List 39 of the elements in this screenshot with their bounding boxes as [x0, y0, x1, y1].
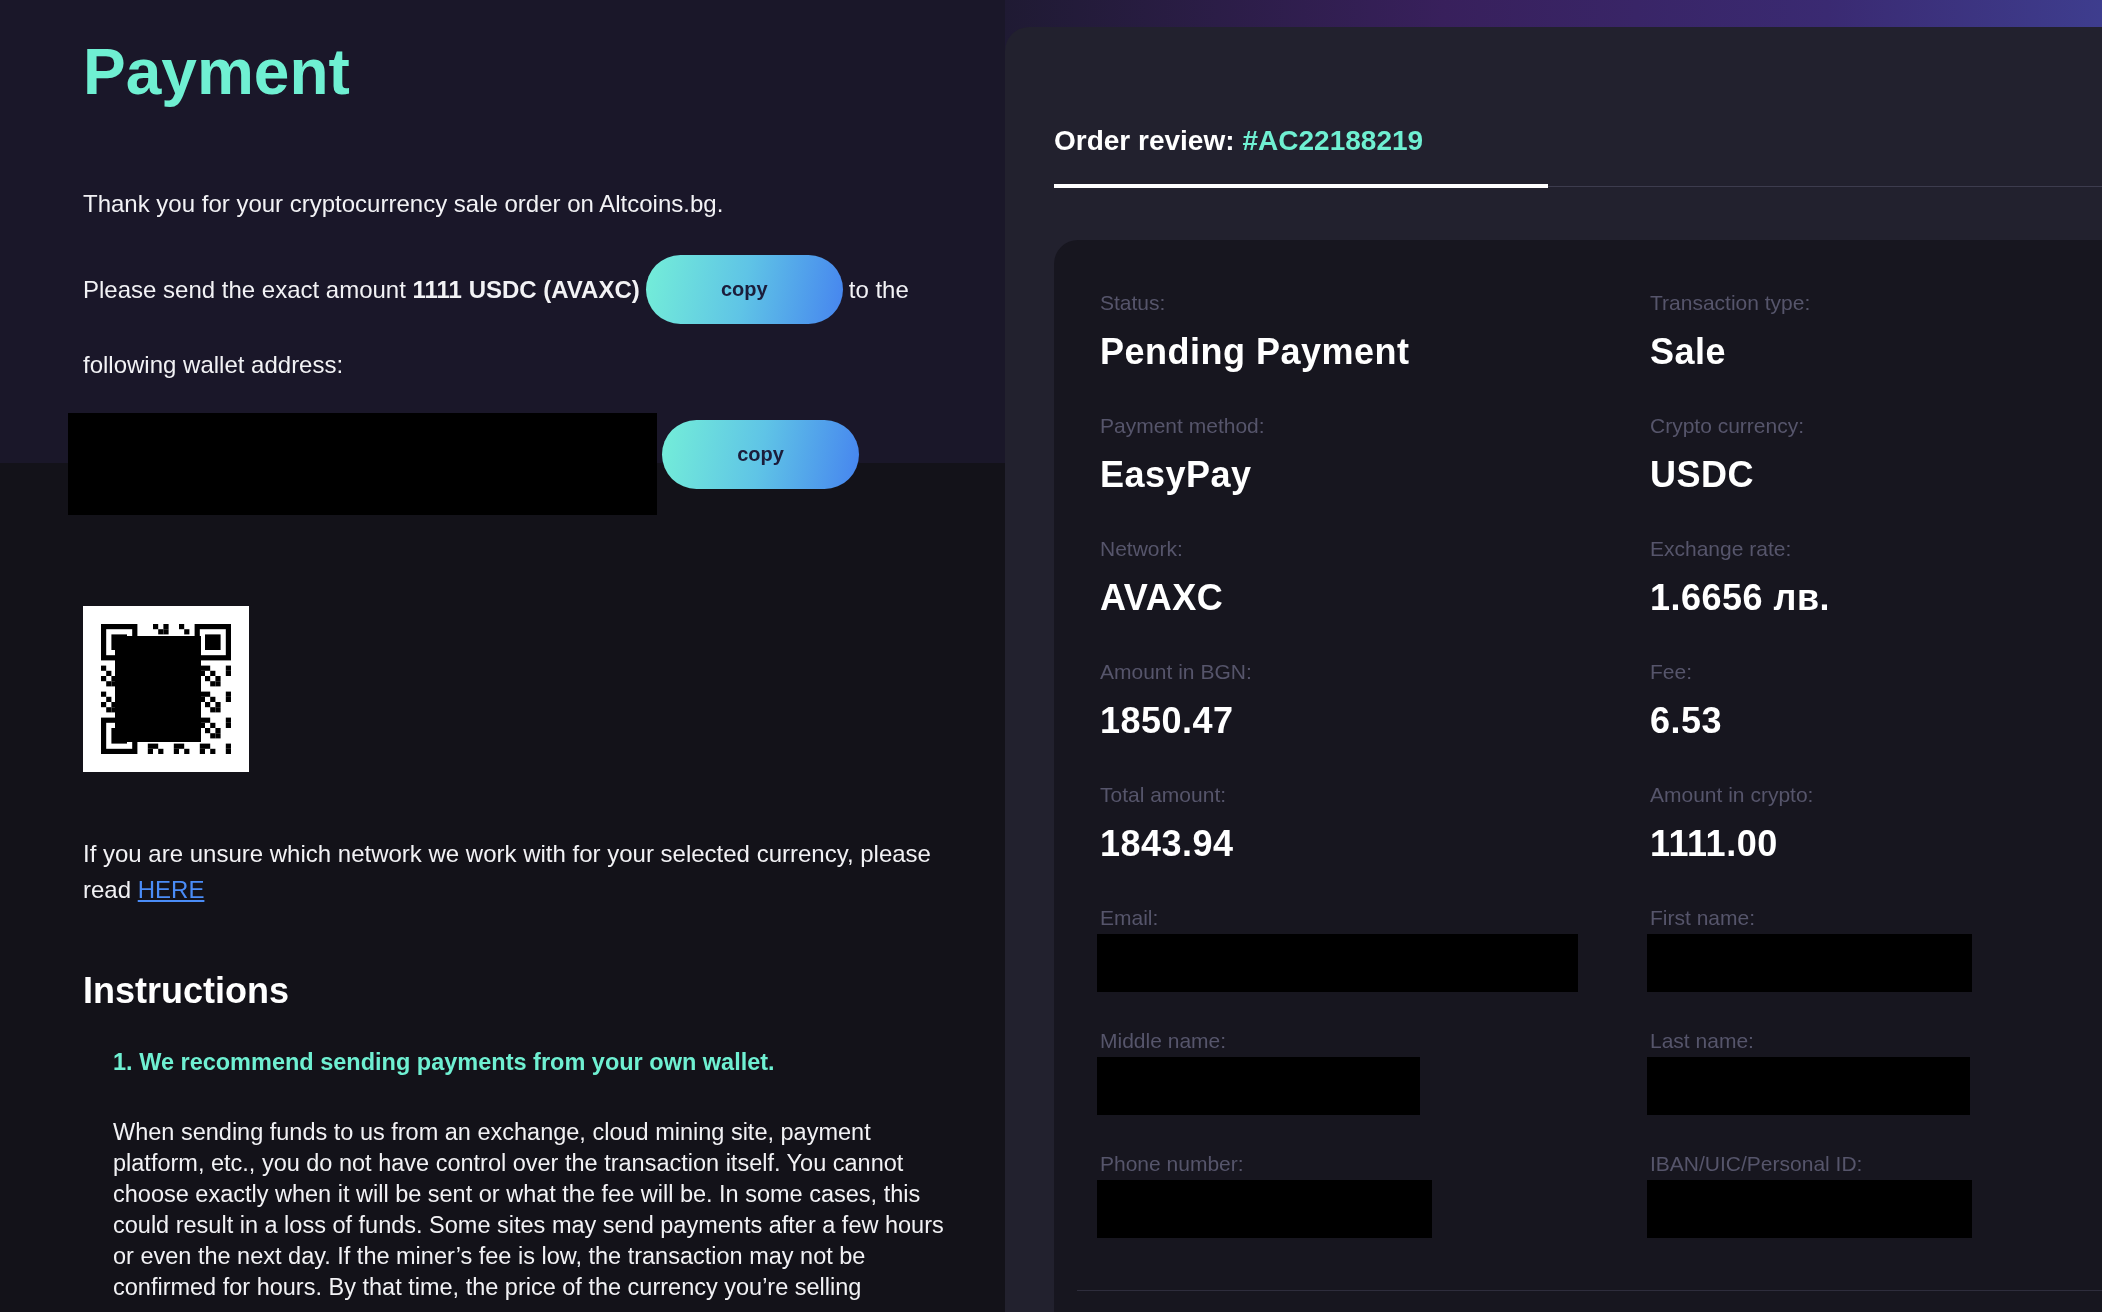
field-label: Fee: [1650, 659, 1693, 685]
network-note: If you are unsure which network we work with for your selected currency, please read HERE [83, 839, 932, 905]
field-label: IBAN/UIC/Personal ID: [1650, 1151, 1863, 1177]
intro-text: Thank you for your cryptocurrency sale order on Altcoins.bg. [83, 189, 724, 219]
field-value: 1850.47 [1100, 699, 1234, 743]
field-value: 6.53 [1650, 699, 1723, 743]
field-value: Sale [1650, 330, 1727, 374]
field-label: Payment method: [1100, 413, 1265, 439]
field-value: 1111.00 [1650, 822, 1778, 866]
section-heading: Instructions [83, 969, 289, 1013]
instruction-text: to the [848, 274, 909, 305]
field-label: First name: [1650, 905, 1756, 931]
copy-button[interactable]: copy [645, 255, 843, 324]
field-label: Crypto currency: [1650, 413, 1805, 439]
field-label: Amount in crypto: [1650, 782, 1814, 808]
field-value: Pending Payment [1100, 330, 1410, 374]
field-label: Email: [1100, 905, 1159, 931]
page-title: Payment [83, 35, 350, 110]
instruction-text: following wallet address: [83, 350, 344, 380]
instruction-body: When sending funds to us from an exchange, cloud mining site, payment platform, etc., you do not have control over the transaction itself. You cannot choose exactly when it will be sent or what the fee will be. In some cases, this could result in a loss of funds. Some sites may send payments after a few hours or even the next day. If the miner’s fee is low, the transaction may not be confirmed for hours. By that time, the price of the currency you’re selling [113, 1118, 945, 1302]
field-value: EasyPay [1100, 453, 1252, 497]
field-label: Phone number: [1100, 1151, 1244, 1177]
field-label: Amount in BGN: [1100, 659, 1252, 685]
field-label: Total amount: [1100, 782, 1227, 808]
field-label: Exchange rate: [1650, 536, 1792, 562]
order-review-tab[interactable]: Order review: #AC22188219 [1054, 115, 1548, 188]
field-value: 1843.94 [1100, 822, 1234, 866]
field-value: USDC [1650, 453, 1754, 497]
field-label: Status: [1100, 290, 1166, 316]
field-label: Network: [1100, 536, 1183, 562]
field-label: Last name: [1650, 1028, 1754, 1054]
instruction-title: 1. We recommend sending payments from your own wallet. [113, 1048, 775, 1077]
here-link[interactable]: HERE [137, 876, 205, 903]
copy-button[interactable]: copy [662, 420, 859, 489]
field-label: Transaction type: [1650, 290, 1811, 316]
instruction-text: Please send the exact amount 1111 USDC (AVAXC) [83, 274, 640, 305]
field-value: 1.6656 лв. [1650, 576, 1831, 620]
field-label: Middle name: [1100, 1028, 1227, 1054]
field-value: AVAXC [1100, 576, 1224, 620]
